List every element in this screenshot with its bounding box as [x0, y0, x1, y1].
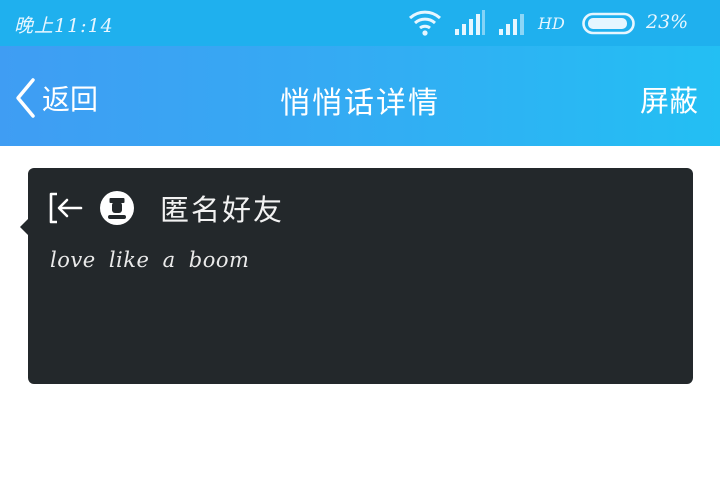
- nav-bar: 返回 悄悄话详情 屏蔽: [0, 46, 720, 146]
- anonymous-avatar-icon: [100, 191, 134, 225]
- page-title: 悄悄话详情: [280, 86, 440, 121]
- sender-name: 匿名好友: [160, 193, 285, 227]
- status-icons: HD 23%: [408, 9, 708, 37]
- battery-icon: [582, 12, 635, 35]
- wifi-icon: [408, 10, 442, 36]
- message-card: 匿名好友 love like a boom: [28, 168, 693, 384]
- message-header: 匿名好友: [48, 188, 284, 228]
- battery-percent: 23%: [646, 11, 689, 33]
- exit-icon[interactable]: [48, 191, 84, 225]
- block-button[interactable]: 屏蔽: [640, 78, 698, 120]
- network-type-label: HD: [538, 14, 565, 33]
- signal-icon: [499, 14, 524, 35]
- status-time: 晚上11:14: [14, 15, 114, 37]
- message-text: love like a boom: [50, 248, 250, 272]
- status-bar: 晚上11:14 HD 23%: [0, 0, 720, 46]
- signal-icon: [455, 10, 485, 35]
